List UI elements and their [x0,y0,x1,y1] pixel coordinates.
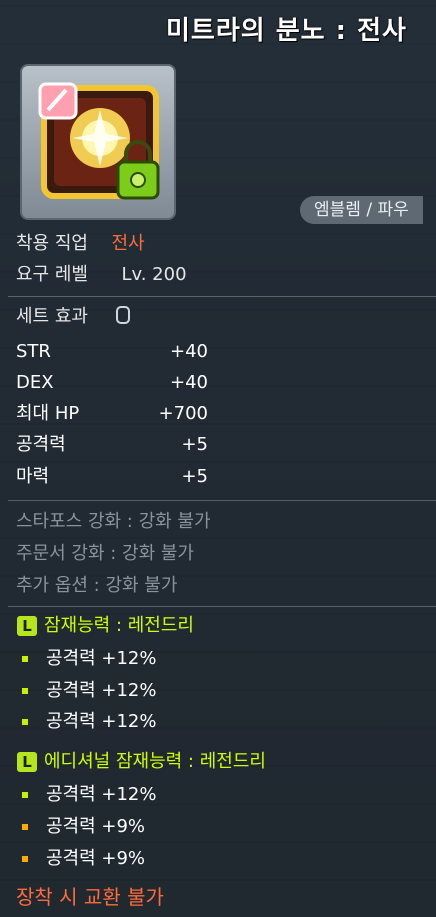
bullet-icon [22,824,28,830]
stat-name: 공격력 [16,434,66,455]
item-tooltip: 미트라의 분노 : 전사 엠블렘 / 파우 착용 직업 전사 요구 레벨 Lv.… [0,0,436,917]
stat-value: +5 [181,434,208,455]
divider [8,606,436,607]
stat-value: +5 [181,466,208,487]
stat-name: 최대 HP [16,403,80,424]
legendary-badge-icon: L [17,752,37,772]
bullet-icon [22,656,28,662]
set-lock-icon [116,306,130,324]
legendary-badge-icon: L [17,616,37,636]
potential-header: 잠재능력 : 레전드리 [44,615,194,636]
additional-option: 추가 옵션 : 강화 불가 [16,575,178,596]
stat-value: +40 [170,341,208,362]
item-title: 미트라의 분노 : 전사 [166,16,407,46]
divider [8,500,436,501]
trade-restriction: 장착 시 교환 불가 [16,885,164,909]
set-effect-label: 세트 효과 [16,306,88,327]
category-chip: 엠블렘 / 파우 [300,196,423,224]
emblem-item-icon [38,82,160,200]
additional-potential-line: 공격력 +9% [46,848,146,869]
stat-value: +700 [158,403,208,424]
item-icon-frame [20,64,176,220]
bullet-icon [22,719,28,725]
additional-potential-line: 공격력 +12% [46,784,157,805]
potential-line: 공격력 +12% [46,680,157,701]
stat-name: STR [16,341,51,362]
stat-value: +40 [170,372,208,393]
additional-potential-line: 공격력 +9% [46,816,146,837]
additional-potential-header: 에디셔널 잠재능력 : 레전드리 [44,751,266,772]
bullet-icon [22,688,28,694]
potential-line: 공격력 +12% [46,648,157,669]
divider [8,296,436,297]
stat-name: DEX [16,372,54,393]
job-requirement: 착용 직업 전사 [16,232,145,256]
level-requirement: 요구 레벨 Lv. 200 [16,263,187,287]
level-label: 요구 레벨 [16,264,88,285]
starforce-enhancement: 스타포스 강화 : 강화 불가 [16,511,211,532]
stat-name: 마력 [16,466,50,487]
bullet-icon [22,792,28,798]
scroll-enhancement: 주문서 강화 : 강화 불가 [16,543,194,564]
job-value: 전사 [111,233,145,254]
job-label: 착용 직업 [16,233,88,254]
bullet-icon [22,856,28,862]
potential-line: 공격력 +12% [46,711,157,732]
level-value: Lv. 200 [121,264,187,285]
